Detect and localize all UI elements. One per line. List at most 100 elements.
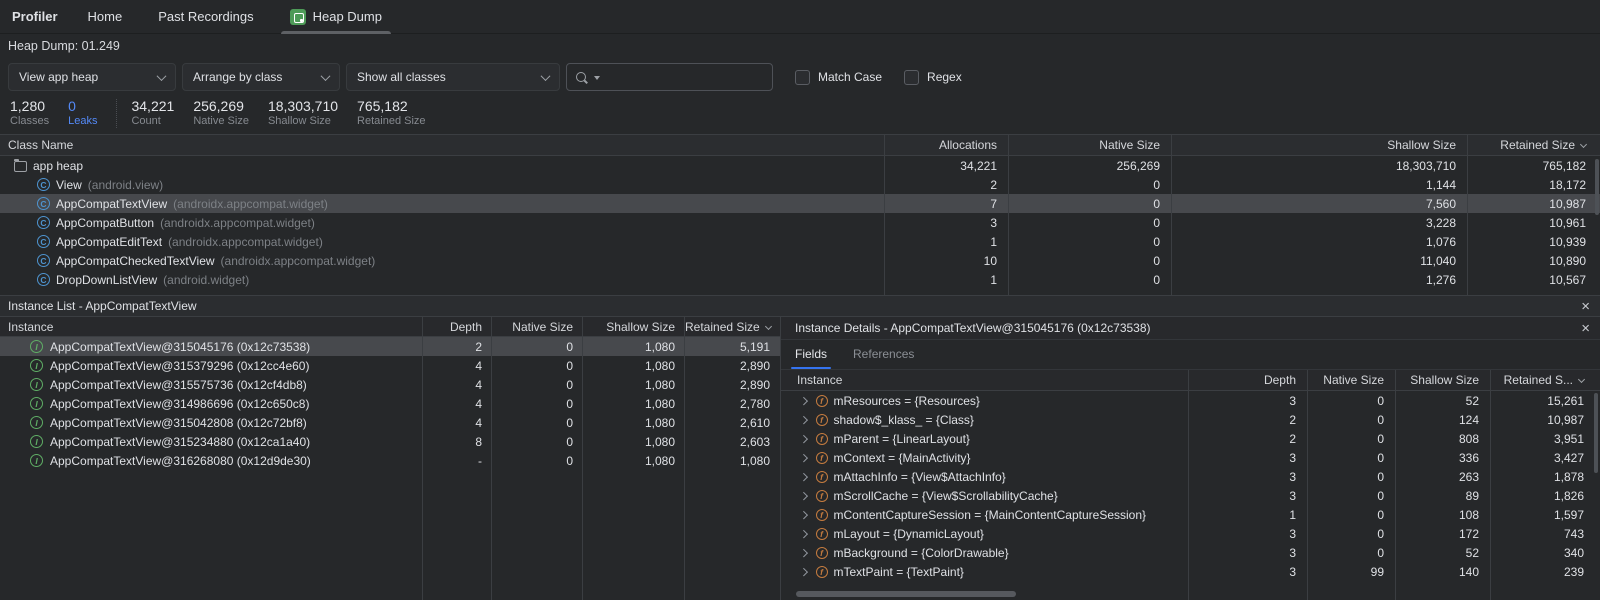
field-icon: f <box>816 395 828 407</box>
depth-value: 4 <box>423 416 492 430</box>
column-header-shallow-size[interactable]: Shallow Size <box>1396 373 1491 387</box>
class-table-row[interactable]: C AppCompatEditText (androidx.appcompat.… <box>0 232 1600 251</box>
sort-caret-icon <box>1578 376 1585 383</box>
column-header-retained-size[interactable]: Retained Size <box>1468 138 1600 152</box>
field-row[interactable]: f mContentCaptureSession = {MainContentC… <box>781 505 1600 524</box>
field-row[interactable]: f shadow$_klass_ = {Class} 2 0 124 10,98… <box>781 410 1600 429</box>
native-size-value: 0 <box>1009 235 1172 249</box>
search-icon <box>575 70 590 85</box>
class-filter-select[interactable]: Show all classes <box>346 63 560 91</box>
class-name: AppCompatButton <box>56 216 154 230</box>
instance-row[interactable]: I AppCompatTextView@315042808 (0x12c72bf… <box>0 413 780 432</box>
regex-checkbox[interactable] <box>904 70 919 85</box>
field-row[interactable]: f mLayout = {DynamicLayout} 3 0 172 743 <box>781 524 1600 543</box>
expand-chevron-icon[interactable] <box>800 473 808 481</box>
expand-chevron-icon[interactable] <box>800 454 808 462</box>
expand-chevron-icon[interactable] <box>800 435 808 443</box>
column-header-shallow-size[interactable]: Shallow Size <box>1172 138 1468 152</box>
close-icon[interactable]: × <box>1581 321 1590 336</box>
expand-chevron-icon[interactable] <box>800 549 808 557</box>
field-row[interactable]: f mContext = {MainActivity} 3 0 336 3,42… <box>781 448 1600 467</box>
column-header-instance[interactable]: Instance <box>781 373 1189 387</box>
column-header-depth[interactable]: Depth <box>423 320 492 334</box>
tab-heap-dump[interactable]: Heap Dump <box>290 0 382 34</box>
expand-chevron-icon[interactable] <box>800 416 808 424</box>
column-header-class-name[interactable]: Class Name <box>0 138 885 152</box>
instance-list-panel: Instance Depth Native Size Shallow Size … <box>0 317 780 600</box>
details-vertical-scrollbar[interactable] <box>1594 393 1598 473</box>
column-header-depth[interactable]: Depth <box>1189 373 1308 387</box>
field-name-value: mTextPaint = {TextPaint} <box>834 565 964 579</box>
retained-size-value: 10,890 <box>1468 254 1600 268</box>
field-row[interactable]: f mTextPaint = {TextPaint} 3 99 140 239 <box>781 562 1600 581</box>
allocations-value: 2 <box>885 178 1009 192</box>
instance-list-rows: I AppCompatTextView@315045176 (0x12c7353… <box>0 337 780 470</box>
heap-scope-select[interactable]: View app heap <box>8 63 176 91</box>
field-row[interactable]: f mResources = {Resources} 3 0 52 15,261 <box>781 391 1600 410</box>
expand-chevron-icon[interactable] <box>800 511 808 519</box>
column-header-shallow-size[interactable]: Shallow Size <box>583 320 685 334</box>
class-name: View <box>56 178 82 192</box>
search-options-caret-icon[interactable] <box>594 76 600 80</box>
native-size-value: 0 <box>492 416 583 430</box>
instance-icon: I <box>30 416 43 429</box>
class-package: (android.view) <box>88 178 163 192</box>
class-table-scrollbar[interactable] <box>1595 159 1599 215</box>
column-header-retained-size[interactable]: Retained Size <box>685 320 780 334</box>
depth-value: 2 <box>423 340 492 354</box>
native-size-value: 0 <box>1009 216 1172 230</box>
arrangement-select[interactable]: Arrange by class <box>182 63 340 91</box>
tab-references[interactable]: References <box>853 347 914 369</box>
match-case-checkbox[interactable] <box>795 70 810 85</box>
expand-chevron-icon[interactable] <box>800 397 808 405</box>
native-size-value: 0 <box>1009 273 1172 287</box>
depth-value: 3 <box>1189 489 1308 503</box>
class-table-row[interactable]: C app heap 34,221 256,269 18,303,710 765… <box>0 156 1600 175</box>
instance-name: AppCompatTextView@314986696 (0x12c650c8) <box>50 397 309 411</box>
field-row[interactable]: f mBackground = {ColorDrawable} 3 0 52 3… <box>781 543 1600 562</box>
instance-row[interactable]: I AppCompatTextView@315379296 (0x12cc4e6… <box>0 356 780 375</box>
instance-row[interactable]: I AppCompatTextView@315575736 (0x12cf4db… <box>0 375 780 394</box>
stat-shallow-size-label: Shallow Size <box>268 115 338 128</box>
class-table-row[interactable]: C AppCompatTextView (androidx.appcompat.… <box>0 194 1600 213</box>
field-row[interactable]: f mAttachInfo = {View$AttachInfo} 3 0 26… <box>781 467 1600 486</box>
arrangement-value: Arrange by class <box>193 70 282 84</box>
column-header-retained-size[interactable]: Retained S... <box>1491 373 1600 387</box>
shallow-size-value: 263 <box>1396 470 1491 484</box>
class-table-row[interactable]: C DropDownListView (android.widget) 1 0 … <box>0 270 1600 289</box>
field-row[interactable]: f mParent = {LinearLayout} 2 0 808 3,951 <box>781 429 1600 448</box>
sort-caret-icon <box>1580 141 1587 148</box>
instance-row[interactable]: I AppCompatTextView@315234880 (0x12ca1a4… <box>0 432 780 451</box>
search-input[interactable] <box>604 70 764 84</box>
retained-size-value: 5,191 <box>685 340 780 354</box>
stat-leaks[interactable]: 0 Leaks <box>68 98 97 128</box>
search-box[interactable] <box>566 63 773 91</box>
details-horizontal-scrollbar[interactable] <box>796 591 1016 597</box>
tab-past-recordings[interactable]: Past Recordings <box>158 0 253 34</box>
tab-fields[interactable]: Fields <box>795 347 827 369</box>
column-header-instance[interactable]: Instance <box>0 320 423 334</box>
tab-home[interactable]: Home <box>88 0 123 34</box>
stat-native-size-label: Native Size <box>193 115 249 128</box>
instance-row[interactable]: I AppCompatTextView@315045176 (0x12c7353… <box>0 337 780 356</box>
column-header-retained-size-label: Retained S... <box>1504 373 1573 387</box>
class-table-row[interactable]: C View (android.view) 2 0 1,144 18,172 <box>0 175 1600 194</box>
chevron-down-icon <box>541 71 551 81</box>
shallow-size-value: 1,080 <box>583 435 685 449</box>
field-row[interactable]: f mScrollCache = {View$ScrollabilityCach… <box>781 486 1600 505</box>
expand-chevron-icon[interactable] <box>800 568 808 576</box>
instance-row[interactable]: I AppCompatTextView@316268080 (0x12d9de3… <box>0 451 780 470</box>
close-icon[interactable]: × <box>1581 299 1590 314</box>
expand-chevron-icon[interactable] <box>800 492 808 500</box>
class-table-row[interactable]: C AppCompatButton (androidx.appcompat.wi… <box>0 213 1600 232</box>
stat-native-size: 256,269 Native Size <box>193 98 249 128</box>
column-header-native-size[interactable]: Native Size <box>492 320 583 334</box>
column-header-allocations[interactable]: Allocations <box>885 138 1009 152</box>
column-header-native-size[interactable]: Native Size <box>1308 373 1396 387</box>
active-tab-underline <box>281 31 391 34</box>
class-table-row[interactable]: C AppCompatCheckedTextView (androidx.app… <box>0 251 1600 270</box>
class-package: (androidx.appcompat.widget) <box>160 216 315 230</box>
instance-row[interactable]: I AppCompatTextView@314986696 (0x12c650c… <box>0 394 780 413</box>
column-header-native-size[interactable]: Native Size <box>1009 138 1172 152</box>
expand-chevron-icon[interactable] <box>800 530 808 538</box>
